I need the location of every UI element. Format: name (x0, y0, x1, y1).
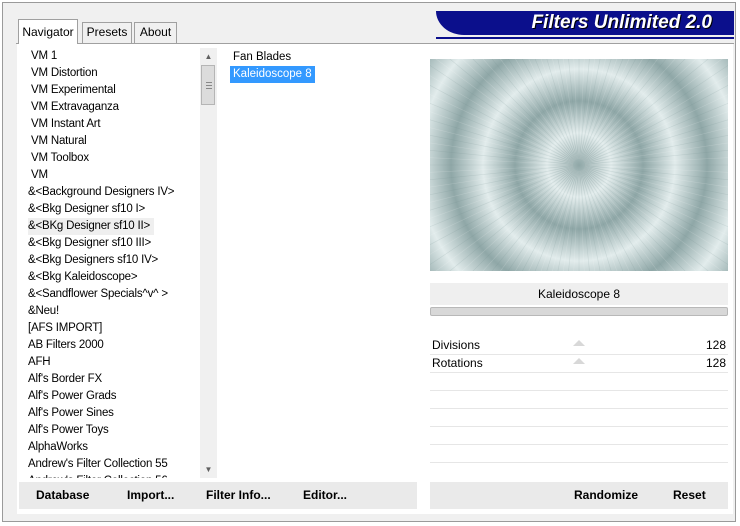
category-item[interactable]: VM Natural (19, 133, 199, 150)
param-row-empty (430, 462, 728, 463)
filter-preview (430, 59, 728, 271)
param-row-empty (430, 444, 728, 445)
category-item[interactable]: VM Extravaganza (19, 99, 199, 116)
category-item[interactable]: AB Filters 2000 (19, 337, 199, 354)
scroll-up-icon[interactable]: ▲ (200, 48, 217, 65)
category-item[interactable]: VM (19, 167, 199, 184)
logo-underline (436, 37, 734, 39)
param-row-empty (430, 426, 728, 427)
category-item-label: &<BKg Designer sf10 II> (28, 218, 154, 235)
preview-filter-name: Kaleidoscope 8 (430, 283, 728, 305)
kaleidoscope-preview-image (430, 59, 728, 271)
param-value: 128 (705, 356, 726, 370)
category-item[interactable]: &<Bkg Designers sf10 IV> (19, 252, 199, 269)
param-name: Rotations (432, 356, 483, 370)
scroll-down-icon[interactable]: ▼ (200, 461, 217, 478)
category-item[interactable]: Alf's Power Grads (19, 388, 199, 405)
param-name: Divisions (432, 338, 481, 352)
progress-bar (430, 307, 728, 316)
category-item[interactable]: VM 1 (19, 48, 199, 65)
category-item[interactable]: &Neu! (19, 303, 199, 320)
import-button[interactable]: Import... (127, 482, 174, 509)
filter-item[interactable]: Fan Blades (230, 49, 294, 66)
param-value: 128 (705, 338, 726, 352)
database-button[interactable]: Database (36, 482, 89, 509)
category-list[interactable]: VM 1 VM Distortion VM Experimental VM Extra… (19, 48, 199, 478)
category-item[interactable]: AFH (19, 354, 199, 371)
category-item[interactable]: &<Bkg Designer sf10 I> (19, 201, 199, 218)
category-item[interactable]: AlphaWorks (19, 439, 199, 456)
param-row-empty (430, 408, 728, 409)
category-item[interactable]: &<Background Designers IV> (19, 184, 199, 201)
tab-presets[interactable]: Presets (82, 22, 132, 43)
filter-item[interactable]: Kaleidoscope 8 (230, 66, 315, 83)
category-item[interactable]: Alf's Power Sines (19, 405, 199, 422)
category-item[interactable]: &<Bkg Kaleidoscope> (19, 269, 199, 286)
category-item[interactable]: &<BKg Designer sf10 II> (19, 218, 199, 235)
reset-button[interactable]: Reset (673, 482, 706, 509)
param-rotations[interactable]: Rotations 128 (430, 355, 728, 373)
tab-about[interactable]: About (134, 22, 177, 43)
category-scrollbar[interactable]: ▲ ▼ (200, 48, 217, 478)
filter-info-button[interactable]: Filter Info... (206, 482, 271, 509)
category-item[interactable]: VM Experimental (19, 82, 199, 99)
category-item[interactable]: Alf's Border FX (19, 371, 199, 388)
category-item[interactable]: &<Sandflower Specials^v^ > (19, 286, 199, 303)
editor-button[interactable]: Editor... (303, 482, 347, 509)
category-item[interactable]: &<Bkg Designer sf10 III> (19, 235, 199, 252)
category-item[interactable]: VM Distortion (19, 65, 199, 82)
filter-list[interactable]: Fan Blades Kaleidoscope 8 (230, 49, 420, 83)
category-item[interactable]: Andrew's Filter Collection 56 (19, 473, 199, 478)
category-item[interactable]: VM Instant Art (19, 116, 199, 133)
param-divisions[interactable]: Divisions 128 (430, 337, 728, 355)
randomize-button[interactable]: Randomize (574, 482, 638, 509)
grip-icon (206, 82, 212, 89)
filters-unlimited-logo: Filters Unlimited 2.0 (436, 11, 734, 35)
category-item[interactable]: Alf's Power Toys (19, 422, 199, 439)
param-row-empty (430, 390, 728, 391)
slider-marker-icon (573, 358, 585, 364)
tab-navigator[interactable]: Navigator (18, 19, 78, 44)
slider-marker-icon (573, 340, 585, 346)
category-item[interactable]: [AFS IMPORT] (19, 320, 199, 337)
category-item[interactable]: VM Toolbox (19, 150, 199, 167)
category-item[interactable]: Andrew's Filter Collection 55 (19, 456, 199, 473)
scroll-thumb[interactable] (201, 65, 215, 105)
